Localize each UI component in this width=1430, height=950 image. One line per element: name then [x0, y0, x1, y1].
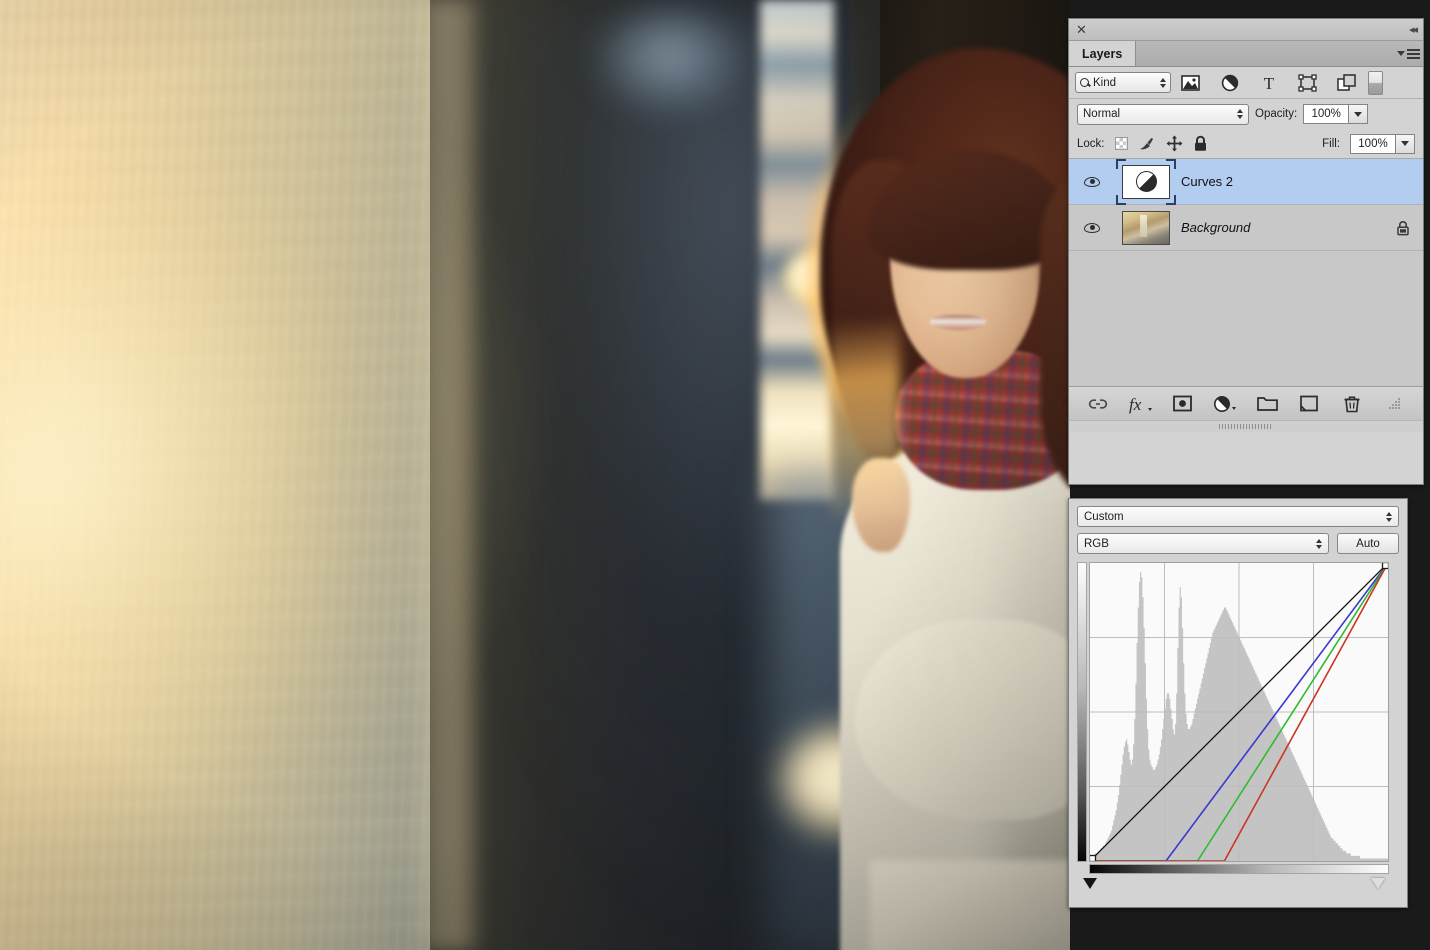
fill-dropdown-icon[interactable] [1396, 134, 1415, 154]
fill-input[interactable]: 100% [1350, 134, 1396, 154]
filter-adjustment-layers-icon[interactable] [1210, 70, 1249, 96]
auto-button[interactable]: Auto [1337, 533, 1399, 554]
lock-all-icon[interactable] [1193, 135, 1208, 152]
filter-kind-select[interactable]: Kind [1075, 72, 1171, 93]
filter-toggle-switch[interactable] [1368, 71, 1383, 95]
smile [930, 315, 986, 330]
lock-image-pixels-icon[interactable] [1138, 136, 1156, 152]
layers-panel-toolbar: fx [1069, 386, 1423, 420]
curves-slider-row [1077, 876, 1389, 896]
eye-icon [1084, 177, 1100, 187]
curves-grid[interactable] [1089, 562, 1389, 862]
layer-name[interactable]: Curves 2 [1177, 174, 1383, 189]
layer-list-empty-area[interactable] [1069, 251, 1423, 386]
new-adjustment-layer-icon[interactable] [1210, 391, 1240, 417]
curves-preset-select[interactable]: Custom [1077, 506, 1399, 527]
panel-menu-icon[interactable] [1393, 41, 1423, 66]
layer-filter-row: Kind T [1069, 67, 1423, 99]
curves-panel-body: Custom RGB Auto [1069, 499, 1407, 896]
curves-preset-value: Custom [1084, 511, 1386, 523]
opacity-input[interactable]: 100% [1303, 104, 1349, 124]
layer-style-fx-icon[interactable]: fx [1125, 391, 1155, 417]
portrait-subject [400, 20, 920, 950]
filter-pixel-layers-icon[interactable] [1171, 70, 1210, 96]
chevron-updown-icon [1386, 512, 1392, 522]
filter-shape-layers-icon[interactable] [1288, 70, 1327, 96]
layer-thumbnail-cell[interactable] [1115, 165, 1177, 199]
panel-resize-grip-icon[interactable] [1379, 391, 1409, 417]
rim-light-streak [830, 320, 900, 520]
opacity-label: Opacity: [1255, 108, 1297, 120]
filter-smart-object-icon[interactable] [1327, 70, 1366, 96]
layer-thumbnail-cell[interactable] [1115, 211, 1177, 245]
filter-kind-label: Kind [1093, 77, 1156, 89]
lock-icon [1396, 220, 1410, 236]
svg-text:T: T [1263, 74, 1274, 92]
adjustment-layer-icon [1136, 171, 1157, 192]
layers-panel[interactable]: ✕ ◂◂ Layers Kind [1068, 18, 1424, 485]
layers-panel-tab-row: Layers [1069, 41, 1423, 67]
close-icon[interactable]: ✕ [1076, 23, 1087, 36]
fill-label: Fill: [1322, 138, 1340, 150]
table-row[interactable]: Curves 2 [1069, 159, 1423, 205]
curves-channel-select[interactable]: RGB [1077, 533, 1329, 554]
chevron-updown-icon [1237, 109, 1243, 119]
search-icon [1080, 78, 1089, 87]
tab-filler [1136, 41, 1393, 66]
sunlight-glow [0, 120, 340, 840]
svg-text:fx: fx [1129, 395, 1142, 414]
delete-layer-icon[interactable] [1337, 391, 1367, 417]
chevron-updown-icon [1160, 78, 1166, 88]
curves-channel-value: RGB [1084, 538, 1316, 550]
table-row[interactable]: Background [1069, 205, 1423, 251]
filter-type-layers-icon[interactable]: T [1249, 70, 1288, 96]
blend-mode-row: Normal Opacity: 100% [1069, 99, 1423, 129]
menu-caret-icon [1397, 51, 1405, 56]
blend-mode-select[interactable]: Normal [1077, 104, 1249, 125]
skirt [870, 860, 1070, 950]
layers-panel-title-strip: ✕ ◂◂ [1069, 19, 1423, 41]
curves-plot[interactable] [1090, 563, 1388, 861]
layer-visibility-toggle[interactable] [1069, 177, 1115, 187]
link-layers-icon[interactable] [1083, 391, 1113, 417]
curves-graph[interactable] [1077, 562, 1389, 874]
input-gradient-bar [1089, 864, 1389, 874]
layer-lock-badge [1383, 220, 1423, 236]
image-canvas[interactable] [0, 0, 1070, 950]
curves-channel-row: RGB Auto [1077, 533, 1399, 554]
eye-icon [1084, 223, 1100, 233]
lock-row: Lock: Fill: [1069, 129, 1423, 159]
lock-position-icon[interactable] [1166, 135, 1183, 152]
layer-thumbnail[interactable] [1122, 211, 1170, 245]
hamburger-icon [1407, 49, 1420, 59]
opacity-dropdown-icon[interactable] [1349, 104, 1368, 124]
curves-properties-panel[interactable]: Custom RGB Auto [1068, 498, 1408, 908]
layer-visibility-toggle[interactable] [1069, 223, 1115, 233]
white-point-slider[interactable] [1371, 878, 1385, 889]
output-gradient-bar [1077, 562, 1087, 862]
collapse-panel-icon[interactable]: ◂◂ [1409, 23, 1416, 36]
chevron-updown-icon [1316, 539, 1322, 549]
layer-name[interactable]: Background [1177, 220, 1383, 235]
lock-label: Lock: [1077, 138, 1105, 150]
add-layer-mask-icon[interactable] [1168, 391, 1198, 417]
layer-thumbnail[interactable] [1122, 165, 1170, 199]
blend-mode-value: Normal [1083, 108, 1237, 120]
lock-transparent-pixels-icon[interactable] [1115, 137, 1128, 150]
new-group-icon[interactable] [1252, 391, 1282, 417]
panel-drag-grip[interactable] [1069, 420, 1423, 432]
layer-list: Curves 2 Background [1069, 159, 1423, 386]
tab-layers-label: Layers [1082, 47, 1122, 61]
black-point-slider[interactable] [1083, 878, 1097, 889]
new-layer-icon[interactable] [1294, 391, 1324, 417]
tab-layers[interactable]: Layers [1069, 41, 1136, 66]
